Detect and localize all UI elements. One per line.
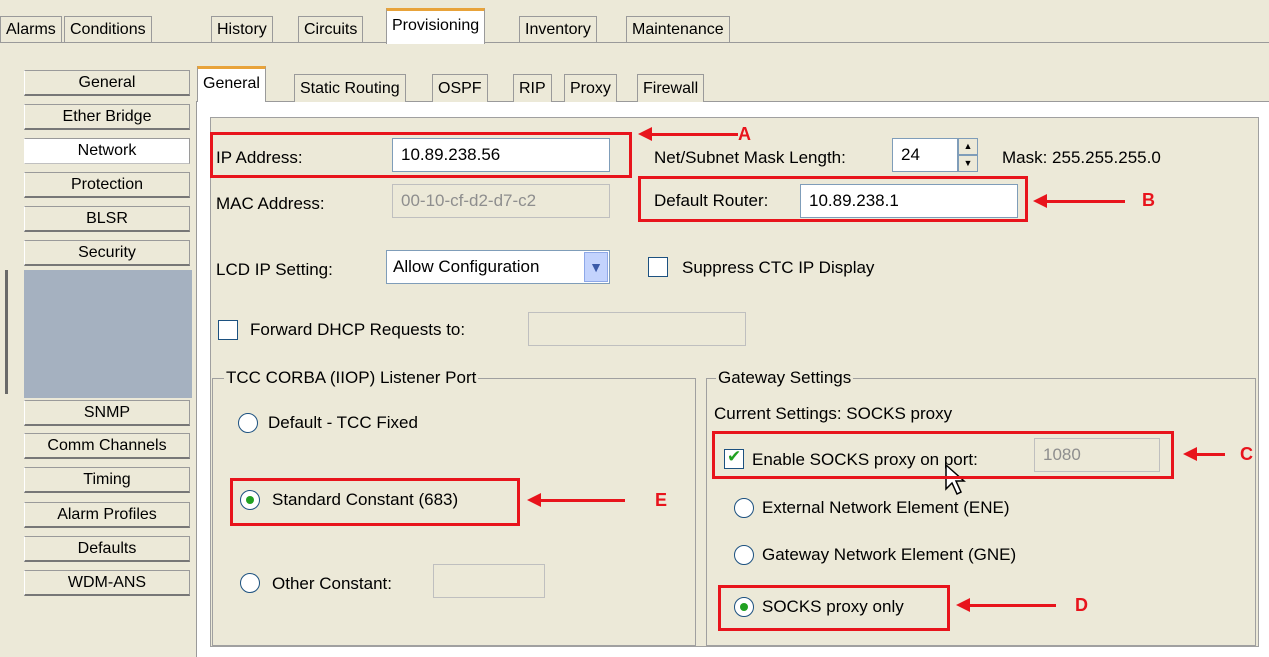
tab-maintenance[interactable]: Maintenance [626,16,730,42]
nav-network[interactable]: Network [24,138,190,164]
gateway-ene-label: External Network Element (ENE) [762,498,1010,517]
tab-provisioning[interactable]: Provisioning [386,8,486,44]
subtab-proxy[interactable]: Proxy [564,74,617,102]
nav-ether-bridge[interactable]: Ether Bridge [24,104,190,130]
subtab-static-routing[interactable]: Static Routing [294,74,406,102]
tab-alarms[interactable]: Alarms [0,16,62,42]
corba-other-label: Other Constant: [272,574,393,593]
nav-comm-channels[interactable]: Comm Channels [24,433,190,459]
mac-address-label: MAC Address: [216,194,325,213]
corba-default-label: Default - TCC Fixed [268,413,418,432]
mac-address-input: 00-10-cf-d2-d7-c2 [392,184,610,218]
nav-alarm-profiles[interactable]: Alarm Profiles [24,502,190,528]
annotation-box-c [712,431,1174,479]
subtab-ospf[interactable]: OSPF [432,74,488,102]
annotation-box-b [638,176,1028,222]
annotation-letter-b: B [1142,190,1155,210]
forward-dhcp-checkbox[interactable] [218,320,238,340]
nav-timing[interactable]: Timing [24,467,190,493]
lcd-ip-setting-select[interactable]: Allow Configuration ▼ [386,250,610,284]
tab-conditions[interactable]: Conditions [64,16,152,42]
subtab-firewall[interactable]: Firewall [637,74,705,102]
subnet-mask-spinner[interactable]: ▲ ▼ [958,138,978,174]
subtab-rip[interactable]: RIP [513,74,552,102]
nav-defaults[interactable]: Defaults [24,536,190,562]
gateway-current-settings: Current Settings: SOCKS proxy [714,404,953,423]
nav-security[interactable]: Security [24,240,190,266]
nav-protection[interactable]: Protection [24,172,190,198]
gateway-group-title: Gateway Settings [716,368,854,388]
gateway-gne-radio[interactable] [734,545,754,565]
gateway-gne-label: Gateway Network Element (GNE) [762,545,1017,564]
annotation-box-d [718,585,950,631]
annotation-letter-e: E [655,490,668,510]
tab-circuits[interactable]: Circuits [298,16,364,42]
suppress-ctc-ip-checkbox[interactable] [648,257,668,277]
lcd-ip-setting-label: LCD IP Setting: [216,260,333,279]
arrow-d-line [968,604,1056,607]
corba-other-input [433,564,545,598]
spin-down-icon[interactable]: ▼ [958,155,978,172]
annotation-box-e [230,478,520,526]
chevron-down-icon[interactable]: ▼ [584,252,608,282]
nav-general[interactable]: General [24,70,190,96]
nav-empty-panel [24,270,192,398]
arrow-e-line [539,499,625,502]
nav-divider [5,270,8,394]
annotation-letter-d: D [1075,595,1088,615]
spin-up-icon[interactable]: ▲ [958,138,978,155]
arrow-a-line [650,133,738,136]
corba-group-title: TCC CORBA (IIOP) Listener Port [224,368,479,388]
tab-inventory[interactable]: Inventory [519,16,597,42]
forward-dhcp-label: Forward DHCP Requests to: [250,320,466,339]
annotation-box-a [210,132,632,178]
nav-snmp[interactable]: SNMP [24,400,190,426]
arrow-b-line [1045,200,1125,203]
tab-history[interactable]: History [211,16,273,42]
annotation-letter-a: A [738,124,751,144]
suppress-ctc-ip-label: Suppress CTC IP Display [682,258,875,277]
corba-other-radio[interactable] [240,573,260,593]
subnet-mask-label: Net/Subnet Mask Length: [654,148,846,167]
lcd-ip-setting-value: Allow Configuration [393,257,540,276]
gateway-ene-radio[interactable] [734,498,754,518]
nav-wdm-ans[interactable]: WDM-ANS [24,570,190,596]
arrow-c-line [1195,453,1225,456]
subtab-general[interactable]: General [197,66,266,102]
annotation-letter-c: C [1240,444,1253,464]
mask-text: Mask: 255.255.255.0 [1002,148,1161,167]
subnet-mask-input[interactable]: 24 [892,138,958,172]
corba-default-radio[interactable] [238,413,258,433]
forward-dhcp-input [528,312,746,346]
nav-blsr[interactable]: BLSR [24,206,190,232]
